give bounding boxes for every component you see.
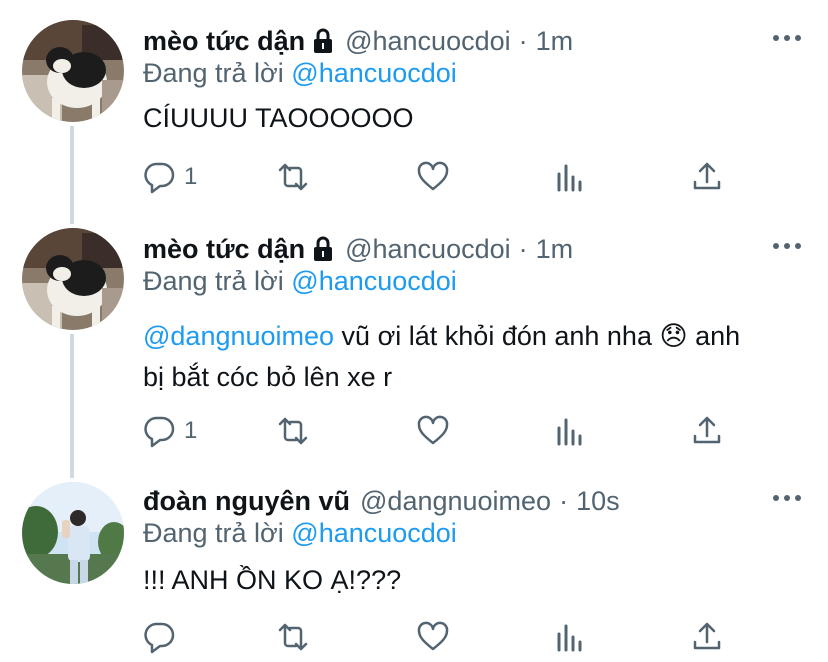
share-button[interactable] <box>690 414 724 448</box>
tweet-text-line1: vũ ơi lát khỏi đón anh nha <box>334 321 660 351</box>
retweet-icon <box>278 623 308 651</box>
reply-to-mention[interactable]: @hancuocdoi <box>291 518 457 548</box>
handle[interactable]: @dangnuoimeo <box>360 486 551 517</box>
avatar[interactable] <box>22 20 124 122</box>
share-icon <box>693 416 721 444</box>
retweet-button[interactable] <box>276 414 310 448</box>
avatar[interactable] <box>22 482 124 584</box>
reply-prefix: Đang trả lời <box>143 518 284 548</box>
like-icon <box>417 415 449 445</box>
tweet[interactable]: mèo tức dận @hancuocdoi · 1m Đang trả lờ… <box>0 208 828 470</box>
tweet[interactable]: đoàn nguyên vũ @dangnuoimeo · 10s Đang t… <box>0 460 828 662</box>
share-icon <box>693 622 721 650</box>
avatar[interactable] <box>22 228 124 330</box>
tweet-actions: 1 <box>0 414 828 454</box>
reply-count: 1 <box>184 417 198 444</box>
tweet[interactable]: mèo tức dận @hancuocdoi · 1m Đang trả lờ… <box>0 0 828 224</box>
reply-icon <box>144 416 175 448</box>
share-icon <box>693 162 721 190</box>
reply-button[interactable]: 1 <box>142 160 197 194</box>
retweet-button[interactable] <box>276 620 310 654</box>
tweet-actions: 1 <box>0 160 828 200</box>
reply-button[interactable]: 1 <box>142 414 197 448</box>
more-icon[interactable] <box>772 486 802 510</box>
like-button[interactable] <box>416 414 450 448</box>
reply-to-mention[interactable]: @hancuocdoi <box>291 58 457 88</box>
handle[interactable]: @hancuocdoi <box>345 234 511 265</box>
reply-to-mention[interactable]: @hancuocdoi <box>291 266 457 296</box>
display-name[interactable]: đoàn nguyên vũ <box>143 486 350 517</box>
handle[interactable]: @hancuocdoi <box>345 26 511 57</box>
tweet-text-content: CÍUUUU TAOOOOOO <box>143 103 414 133</box>
share-button[interactable] <box>690 620 724 654</box>
reply-prefix: Đang trả lời <box>143 58 284 88</box>
like-icon <box>417 161 449 191</box>
lock-icon <box>311 28 335 54</box>
reply-icon <box>144 162 175 194</box>
display-name[interactable]: mèo tức dận <box>143 26 305 57</box>
replying-to: Đang trả lời @hancuocdoi <box>143 266 457 297</box>
cat-avatar-image <box>22 20 124 122</box>
like-icon <box>417 621 449 651</box>
separator: · <box>559 485 569 516</box>
cat-avatar-image <box>22 228 124 330</box>
analytics-icon <box>557 624 582 652</box>
analytics-button[interactable] <box>554 620 588 654</box>
timestamp[interactable]: 1m <box>536 234 574 265</box>
analytics-button[interactable] <box>554 160 588 194</box>
like-button[interactable] <box>416 160 450 194</box>
replying-to: Đang trả lời @hancuocdoi <box>143 58 457 89</box>
reply-count: 1 <box>184 163 198 190</box>
emoji: 😞 <box>659 321 688 351</box>
reply-prefix: Đang trả lời <box>143 266 284 296</box>
display-name[interactable]: mèo tức dận <box>143 234 305 265</box>
tweet-actions <box>0 620 828 660</box>
retweet-icon <box>278 417 308 445</box>
replying-to: Đang trả lời @hancuocdoi <box>143 518 457 549</box>
tweet-text: !!! ANH ỒN KO Ạ!??? <box>143 560 793 601</box>
retweet-button[interactable] <box>276 160 310 194</box>
tweet-header: mèo tức dận @hancuocdoi · 1m <box>143 232 573 266</box>
tweet-text: @dangnuoimeo vũ ơi lát khỏi đón anh nha … <box>143 316 793 398</box>
tweet-text-line1-end: anh <box>687 321 741 351</box>
timestamp[interactable]: 10s <box>576 486 620 517</box>
separator: · <box>518 233 528 264</box>
more-icon[interactable] <box>772 234 802 258</box>
like-button[interactable] <box>416 620 450 654</box>
person-avatar-image <box>22 482 124 584</box>
tweet-header: đoàn nguyên vũ @dangnuoimeo · 10s <box>143 484 620 518</box>
share-button[interactable] <box>690 160 724 194</box>
tweet-text: CÍUUUU TAOOOOOO <box>143 98 793 139</box>
tweet-text-content: !!! ANH ỒN KO Ạ!??? <box>143 565 402 595</box>
separator: · <box>518 25 528 56</box>
tweet-header: mèo tức dận @hancuocdoi · 1m <box>143 24 573 58</box>
tweet-text-line2: bị bắt cóc bỏ lên xe r <box>143 362 393 392</box>
reply-button[interactable] <box>142 620 176 654</box>
reply-icon <box>144 622 175 654</box>
retweet-icon <box>278 163 308 191</box>
analytics-icon <box>557 418 582 446</box>
more-icon[interactable] <box>772 26 802 50</box>
analytics-button[interactable] <box>554 414 588 448</box>
lock-icon <box>311 236 335 262</box>
timestamp[interactable]: 1m <box>536 26 574 57</box>
tweet-mention[interactable]: @dangnuoimeo <box>143 321 334 351</box>
analytics-icon <box>557 164 582 192</box>
